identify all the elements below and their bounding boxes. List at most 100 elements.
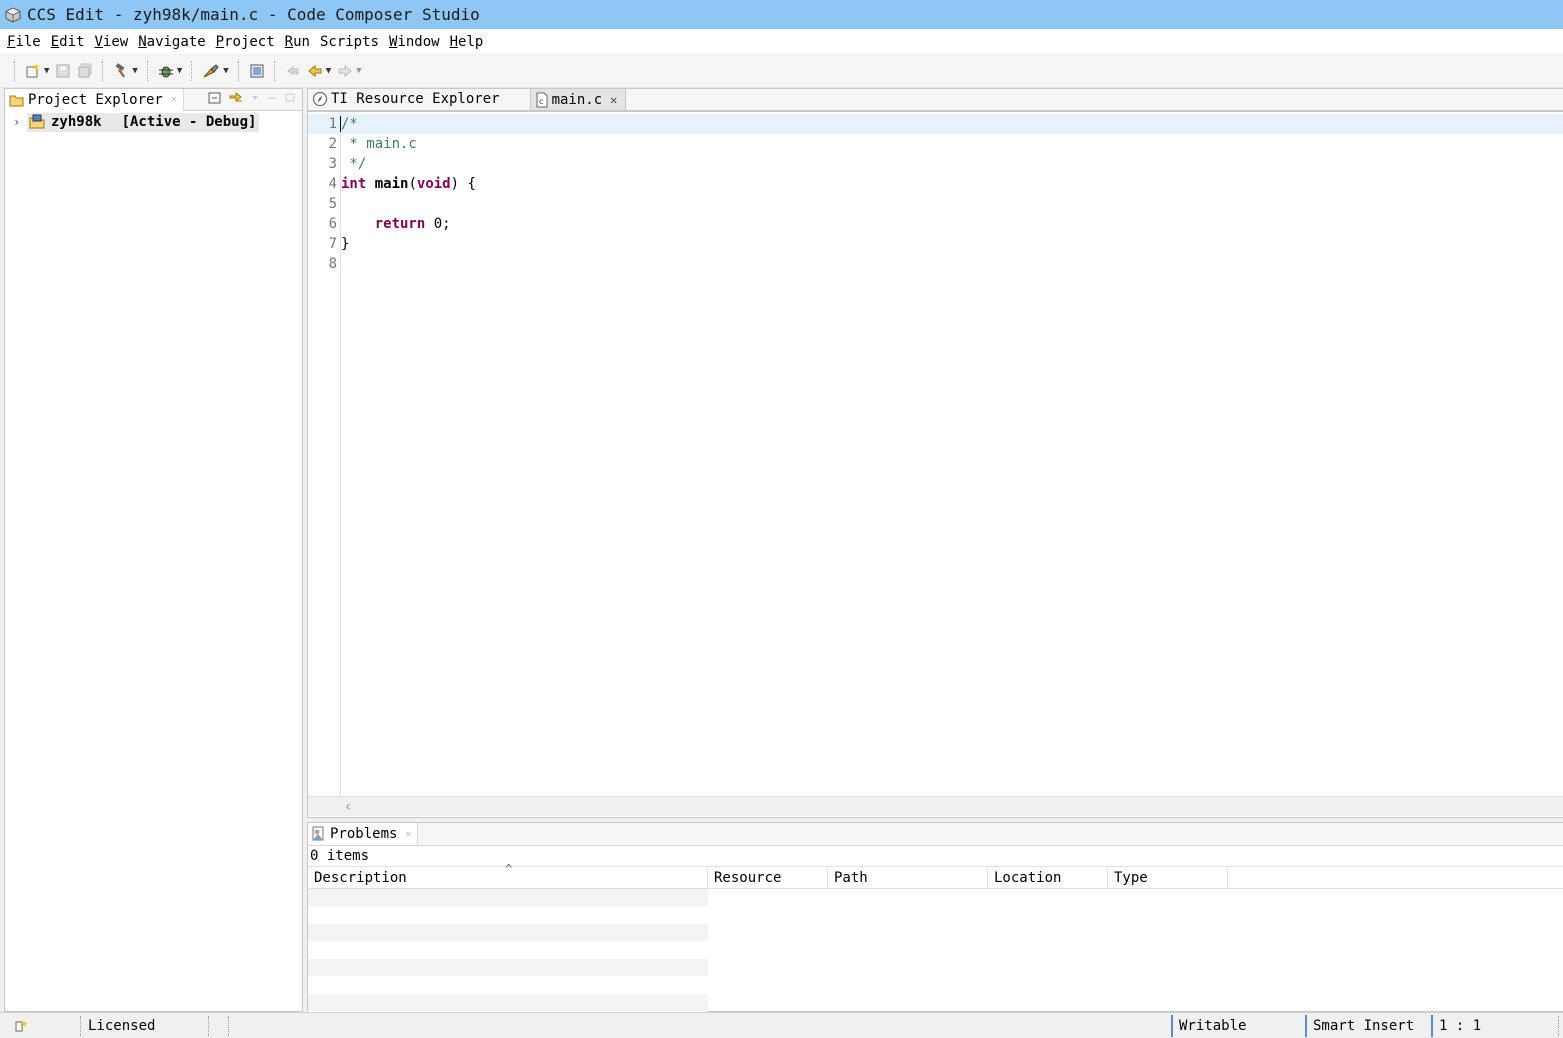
minimize-icon[interactable] (266, 93, 278, 103)
code-line[interactable]: 8 (308, 254, 1563, 274)
debug-button[interactable]: ▼ (155, 60, 185, 82)
status-divider (80, 1016, 81, 1036)
new-file-icon (26, 63, 39, 77)
line-number: 2 (328, 136, 337, 152)
code-editor[interactable]: 1 /* 2 * main.c 3 */ 4 int main(void) { … (308, 112, 1563, 796)
last-edit-icon (286, 65, 299, 75)
close-icon[interactable]: ✕ (171, 94, 177, 105)
table-row (308, 959, 708, 977)
menu-window[interactable]: Window (384, 34, 445, 50)
code-line[interactable]: 2 * main.c (308, 134, 1563, 154)
column-resource[interactable]: Resource (708, 867, 828, 889)
writable-status: Writable (1179, 1018, 1247, 1034)
status-divider (228, 1016, 229, 1036)
main-toolbar: ▼ ▼ ▼ ▼ ▼ ▼ (0, 54, 1563, 88)
menu-run[interactable]: Run (280, 34, 315, 50)
table-row (308, 889, 708, 907)
view-menu-icon[interactable] (250, 93, 260, 103)
fast-view-icon (15, 1021, 27, 1032)
code-line[interactable]: 6 return 0; (308, 214, 1563, 234)
code-line[interactable]: 5 (308, 194, 1563, 214)
column-location[interactable]: Location (988, 867, 1108, 889)
project-explorer-icon (9, 95, 24, 106)
compass-icon (313, 92, 327, 106)
project-status: [Active - Debug] (121, 114, 257, 130)
column-path[interactable]: Path (828, 867, 988, 889)
forward-button[interactable]: ▼ (334, 60, 364, 82)
tab-project-explorer-label: Project Explorer (28, 91, 163, 108)
dropdown-arrow-icon[interactable]: ▼ (356, 66, 361, 76)
ccs-app-icon[interactable] (4, 6, 22, 24)
save-button[interactable] (52, 60, 74, 82)
project-name: zyh98k (51, 114, 102, 130)
build-button[interactable]: ▼ (110, 60, 140, 82)
dropdown-arrow-icon[interactable]: ▼ (177, 66, 182, 76)
line-number: 6 (328, 216, 337, 232)
tab-problems-label: Problems (330, 826, 398, 842)
editor-panel: TI Resource Explorer c main.c ✕ 1 /* 2 *… (307, 88, 1563, 818)
table-row (308, 994, 708, 1012)
last-edit-button[interactable] (282, 60, 304, 82)
perspective-icon (250, 64, 264, 77)
code-text: */ (341, 156, 367, 172)
save-all-icon (78, 63, 92, 77)
horizontal-scrollbar[interactable]: ‹ (308, 796, 1563, 816)
column-type[interactable]: Type (1108, 867, 1228, 889)
problems-panel: Problems ✕ 0 items ^ Description Resourc… (307, 822, 1563, 1012)
problems-icon (312, 826, 324, 841)
problems-count: 0 items (310, 848, 370, 864)
table-row (308, 907, 708, 924)
open-perspective-button[interactable] (246, 60, 268, 82)
c-file-icon: c (536, 92, 548, 107)
tab-ti-resource-explorer[interactable]: TI Resource Explorer (308, 88, 508, 110)
flash-button[interactable]: ▼ (199, 60, 231, 82)
chevron-right-icon[interactable]: › (13, 115, 27, 129)
forward-arrow-icon (338, 64, 352, 77)
tab-project-explorer[interactable]: Project Explorer ✕ (5, 88, 184, 111)
project-node[interactable]: zyh98k [Active - Debug] (27, 112, 260, 132)
menu-view[interactable]: View (89, 34, 133, 50)
close-icon[interactable]: ✕ (610, 93, 617, 107)
editor-tabbar: TI Resource Explorer c main.c ✕ (308, 88, 1563, 112)
menu-scripts[interactable]: Scripts (315, 34, 384, 50)
fast-view-button[interactable] (14, 1013, 30, 1038)
tree-row-project[interactable]: › zyh98k [Active - Debug] (5, 111, 302, 133)
dropdown-arrow-icon[interactable]: ▼ (44, 66, 49, 76)
dropdown-arrow-icon[interactable]: ▼ (223, 66, 228, 76)
menu-file[interactable]: File (2, 34, 46, 50)
problems-table-header: ^ Description Resource Path Location Typ… (308, 862, 1563, 889)
project-explorer-panel: Project Explorer ✕ › zyh98k [Active - De… (4, 88, 303, 1012)
menu-navigate[interactable]: Navigate (133, 34, 210, 50)
menu-help[interactable]: Help (445, 34, 489, 50)
close-icon[interactable]: ✕ (405, 829, 411, 840)
code-text: int main(void) { (341, 176, 476, 192)
tab-main-c[interactable]: c main.c ✕ (529, 88, 627, 110)
menu-edit[interactable]: Edit (46, 34, 90, 50)
new-button[interactable]: ▼ (22, 60, 52, 82)
code-text: * main.c (341, 136, 417, 152)
scroll-left-icon[interactable]: ‹ (344, 799, 352, 815)
link-with-editor-icon[interactable] (228, 91, 244, 105)
menu-project[interactable]: Project (211, 34, 280, 50)
dropdown-arrow-icon[interactable]: ▼ (132, 66, 137, 76)
sort-ascending-icon: ^ (505, 862, 513, 876)
code-line[interactable]: 3 */ (308, 154, 1563, 174)
menu-bar: File Edit View Navigate Project Run Scri… (0, 29, 1563, 54)
dropdown-arrow-icon[interactable]: ▼ (326, 66, 331, 76)
svg-text:c: c (539, 97, 543, 106)
line-number: 3 (328, 156, 337, 172)
save-all-button[interactable] (74, 60, 96, 82)
tab-problems[interactable]: Problems ✕ (308, 823, 419, 845)
status-divider (1558, 1016, 1559, 1036)
toolbar-separator (146, 60, 149, 81)
code-line[interactable]: 1 /* (308, 114, 1563, 134)
maximize-icon[interactable] (284, 93, 296, 103)
status-divider (1171, 1015, 1173, 1037)
line-number: 8 (328, 256, 337, 272)
code-line[interactable]: 4 int main(void) { (308, 174, 1563, 194)
status-divider (208, 1016, 209, 1036)
collapse-all-icon[interactable] (208, 91, 222, 105)
code-line[interactable]: 7 } (308, 234, 1563, 254)
toolbar-separator (14, 60, 16, 81)
back-button[interactable]: ▼ (304, 60, 334, 82)
